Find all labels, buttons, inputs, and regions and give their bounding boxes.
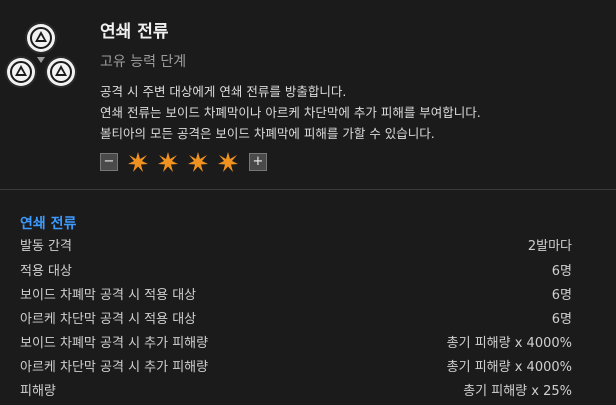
detail-value: 총기 피해량 x 25% bbox=[463, 384, 572, 399]
skill-description: 공격 시 주변 대상에게 연쇄 전류를 방출합니다. 연쇄 전류는 보이드 차폐… bbox=[100, 81, 481, 144]
description-line: 공격 시 주변 대상에게 연쇄 전류를 방출합니다. bbox=[100, 84, 347, 99]
burst-star-icon bbox=[128, 152, 148, 172]
detail-row: 보이드 차폐막 공격 시 적용 대상 6명 bbox=[20, 284, 572, 304]
detail-label: 적용 대상 bbox=[20, 264, 72, 279]
level-decrease-button[interactable]: − bbox=[100, 153, 118, 171]
burst-star-icon bbox=[218, 152, 238, 172]
detail-label: 발동 간격 bbox=[20, 239, 72, 254]
detail-value: 총기 피해량 x 4000% bbox=[446, 336, 572, 351]
level-increase-button[interactable]: + bbox=[249, 153, 267, 171]
description-line: 볼티아의 모든 공격은 보이드 차폐막에 피해를 가할 수 있습니다. bbox=[100, 126, 435, 141]
skill-icon-node-right bbox=[47, 58, 75, 86]
skill-icon-connector bbox=[37, 57, 45, 63]
skill-icon-node-left bbox=[7, 58, 35, 86]
skill-tier: 고유 능력 단계 bbox=[100, 54, 187, 70]
detail-label: 보이드 차폐막 공격 시 적용 대상 bbox=[20, 288, 197, 303]
detail-row: 적용 대상 6명 bbox=[20, 260, 572, 280]
detail-value: 총기 피해량 x 4000% bbox=[446, 360, 572, 375]
detail-label: 아르케 차단막 공격 시 추가 피해량 bbox=[20, 360, 209, 375]
detail-label: 피해량 bbox=[20, 384, 56, 399]
skill-details: 연쇄 전류 발동 간격 2발마다 적용 대상 6명 보이드 차폐막 공격 시 적… bbox=[0, 190, 616, 405]
detail-row: 보이드 차폐막 공격 시 추가 피해량 총기 피해량 x 4000% bbox=[20, 332, 572, 352]
skill-name: 연쇄 전류 bbox=[100, 22, 169, 42]
detail-value: 6명 bbox=[551, 312, 572, 327]
detail-value: 6명 bbox=[551, 288, 572, 303]
description-line: 연쇄 전류는 보이드 차폐막이나 아르케 차단막에 추가 피해를 부여합니다. bbox=[100, 105, 481, 120]
detail-label: 보이드 차폐막 공격 시 추가 피해량 bbox=[20, 336, 209, 351]
chain-current-skill-icon bbox=[4, 20, 78, 90]
detail-value: 2발마다 bbox=[527, 239, 572, 254]
burst-star-icon bbox=[158, 152, 178, 172]
skill-icon-node-top bbox=[27, 24, 55, 52]
details-section-title: 연쇄 전류 bbox=[20, 216, 77, 232]
skill-header: 연쇄 전류 고유 능력 단계 공격 시 주변 대상에게 연쇄 전류를 방출합니다… bbox=[0, 0, 616, 189]
detail-row: 피해량 총기 피해량 x 25% bbox=[20, 380, 572, 400]
detail-row: 아르케 차단막 공격 시 추가 피해량 총기 피해량 x 4000% bbox=[20, 356, 572, 376]
detail-row: 발동 간격 2발마다 bbox=[20, 235, 572, 255]
detail-label: 아르케 차단막 공격 시 적용 대상 bbox=[20, 312, 197, 327]
detail-value: 6명 bbox=[551, 264, 572, 279]
burst-star-icon bbox=[188, 152, 208, 172]
detail-row: 아르케 차단막 공격 시 적용 대상 6명 bbox=[20, 308, 572, 328]
